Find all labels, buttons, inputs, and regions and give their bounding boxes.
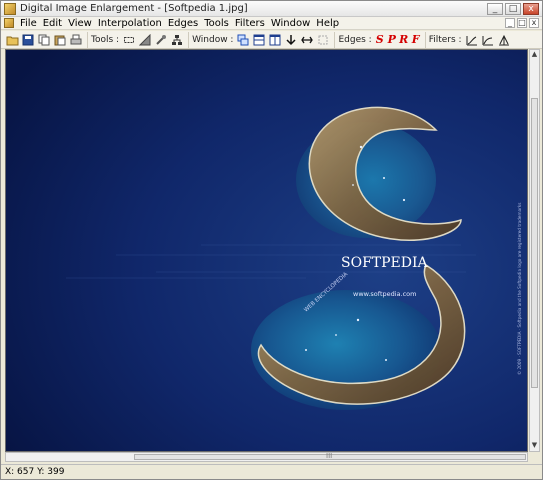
image-side-text: © 2009 · SOFTPEDIA · Softpedia and the S… xyxy=(517,203,522,376)
status-bar: X: 657 Y: 399 xyxy=(1,464,542,479)
close-button[interactable]: x xyxy=(523,3,539,15)
menu-window[interactable]: Window xyxy=(268,18,313,29)
doc-close-button[interactable]: x xyxy=(529,18,539,28)
menu-edges[interactable]: Edges xyxy=(165,18,201,29)
filters-label: Filters : xyxy=(428,34,462,45)
menu-filters[interactable]: Filters xyxy=(232,18,268,29)
arrow-down-icon[interactable] xyxy=(284,33,298,47)
island-image: SOFTPEDIA www.softpedia.com WEB ENCYCLOP… xyxy=(6,50,527,451)
image-canvas[interactable]: SOFTPEDIA www.softpedia.com WEB ENCYCLOP… xyxy=(5,49,528,452)
doc-minimize-button[interactable]: _ xyxy=(505,18,515,28)
image-brand-text: SOFTPEDIA xyxy=(341,255,429,271)
edges-group: Edges : S P R F xyxy=(334,31,424,48)
filter-curve-1-icon[interactable] xyxy=(465,33,479,47)
edge-p-button[interactable]: P xyxy=(386,33,398,46)
doc-restore-button[interactable]: □ xyxy=(517,18,527,28)
window-label: Window : xyxy=(192,34,234,45)
cascade-windows-icon[interactable] xyxy=(236,33,250,47)
app-icon xyxy=(4,2,16,15)
edges-label: Edges : xyxy=(338,34,372,45)
filter-curve-3-icon[interactable] xyxy=(497,33,511,47)
tools-label: Tools : xyxy=(91,34,120,45)
menu-view[interactable]: View xyxy=(65,18,95,29)
network-nodes-icon[interactable] xyxy=(170,33,184,47)
scroll-down-icon[interactable]: ▼ xyxy=(530,441,539,451)
scroll-up-icon[interactable]: ▲ xyxy=(530,50,539,60)
window-controls: _ □ x xyxy=(487,3,539,15)
open-folder-icon[interactable] xyxy=(5,33,19,47)
scroll-grip: III xyxy=(326,452,333,460)
minimize-button[interactable]: _ xyxy=(487,3,503,15)
menu-bar: File Edit View Interpolation Edges Tools… xyxy=(1,17,542,30)
app-window: Digital Image Enlargement - [Softpedia 1… xyxy=(0,0,543,480)
vertical-scroll-thumb[interactable] xyxy=(531,98,538,388)
window-group: Window : xyxy=(188,31,334,48)
vertical-scrollbar[interactable]: ▲ ▼ xyxy=(529,49,540,452)
edge-s-button[interactable]: S xyxy=(374,33,386,46)
tools-group: Tools : xyxy=(87,31,188,48)
filter-curve-2-icon[interactable] xyxy=(481,33,495,47)
eyedropper-icon[interactable] xyxy=(154,33,168,47)
maximize-button[interactable]: □ xyxy=(505,3,521,15)
menu-tools[interactable]: Tools xyxy=(201,18,232,29)
menu-interpolation[interactable]: Interpolation xyxy=(95,18,165,29)
menu-help[interactable]: Help xyxy=(313,18,342,29)
image-url-text: www.softpedia.com xyxy=(353,290,417,298)
paste-icon[interactable] xyxy=(53,33,67,47)
arrow-horizontal-icon[interactable] xyxy=(300,33,314,47)
window-title: Digital Image Enlargement - [Softpedia 1… xyxy=(20,3,248,14)
tile-vertical-icon[interactable] xyxy=(268,33,282,47)
document-icon[interactable] xyxy=(4,18,14,28)
horizontal-scrollbar[interactable]: III xyxy=(5,452,528,462)
title-bar[interactable]: Digital Image Enlargement - [Softpedia 1… xyxy=(1,1,542,17)
filters-group: Filters : xyxy=(424,31,515,48)
tile-horizontal-icon[interactable] xyxy=(252,33,266,47)
copy-icon[interactable] xyxy=(37,33,51,47)
menu-edit[interactable]: Edit xyxy=(40,18,65,29)
menu-file[interactable]: File xyxy=(17,18,40,29)
select-rectangle-icon[interactable] xyxy=(122,33,136,47)
save-icon[interactable] xyxy=(21,33,35,47)
cursor-coordinates: X: 657 Y: 399 xyxy=(5,467,65,477)
print-icon[interactable] xyxy=(69,33,83,47)
toolbar: Tools : Window : Edges: S P R F Filters… xyxy=(1,31,542,49)
file-tool-group xyxy=(1,32,87,48)
edge-r-button[interactable]: R xyxy=(398,33,410,46)
fit-window-icon[interactable] xyxy=(316,33,330,47)
gradient-triangle-icon[interactable] xyxy=(138,33,152,47)
edge-f-button[interactable]: F xyxy=(410,33,422,46)
document-window-controls: _ □ x xyxy=(505,18,539,28)
